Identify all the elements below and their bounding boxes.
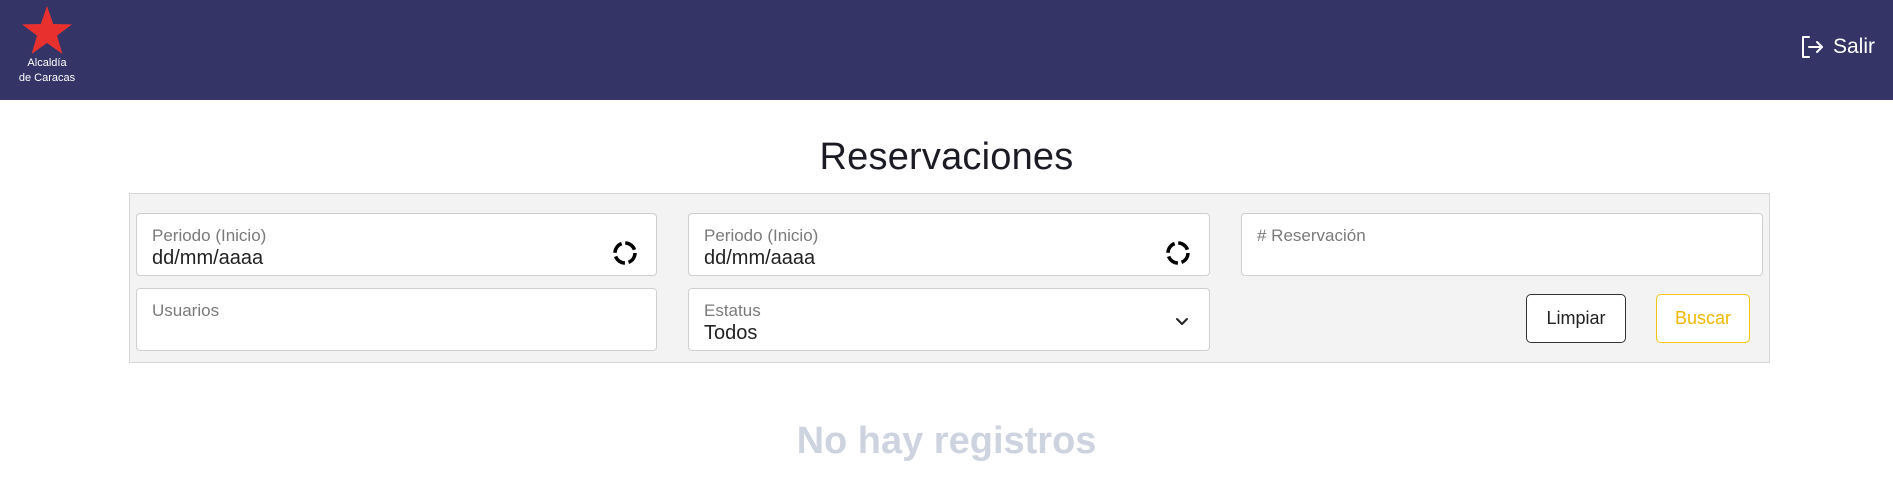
- end-date-value: dd/mm/aaaa: [704, 247, 816, 269]
- calendar-clock-icon[interactable]: [612, 240, 638, 271]
- logo[interactable]: Alcaldía de Caracas: [10, 6, 84, 90]
- chevron-down-icon: [1173, 312, 1191, 335]
- logout-icon: [1801, 36, 1823, 58]
- top-navbar: Alcaldía de Caracas Salir: [0, 0, 1893, 100]
- calendar-clock-icon[interactable]: [1165, 240, 1191, 271]
- search-button[interactable]: Buscar: [1656, 294, 1750, 343]
- star-logo-icon: [22, 6, 72, 54]
- reservation-number-label: # Reservación: [1257, 226, 1366, 245]
- users-field[interactable]: Usuarios: [136, 288, 657, 351]
- status-label: Estatus: [704, 301, 761, 320]
- logo-line-1: Alcaldía: [27, 57, 67, 69]
- logout-button[interactable]: Salir: [1799, 32, 1875, 62]
- page-title: Reservaciones: [819, 136, 1074, 178]
- end-date-label: Periodo (Inicio): [704, 226, 819, 245]
- users-label: Usuarios: [152, 301, 220, 320]
- end-date-field[interactable]: Periodo (Inicio) dd/mm/aaaa: [688, 213, 1210, 276]
- logo-text: Alcaldía de Caracas: [10, 56, 84, 86]
- logo-line-2: de Caracas: [18, 72, 76, 84]
- reservation-number-field[interactable]: # Reservación: [1241, 213, 1763, 276]
- status-value: Todos: [704, 322, 758, 344]
- status-select[interactable]: Estatus Todos: [688, 288, 1210, 351]
- start-date-value: dd/mm/aaaa: [152, 247, 264, 269]
- filter-panel: Periodo (Inicio) dd/mm/aaaa Periodo (Ini…: [129, 193, 1770, 363]
- start-date-field[interactable]: Periodo (Inicio) dd/mm/aaaa: [136, 213, 657, 276]
- clear-button[interactable]: Limpiar: [1526, 294, 1626, 343]
- logout-label: Salir: [1832, 35, 1875, 58]
- empty-state-message: No hay registros: [796, 420, 1097, 462]
- start-date-label: Periodo (Inicio): [152, 226, 267, 245]
